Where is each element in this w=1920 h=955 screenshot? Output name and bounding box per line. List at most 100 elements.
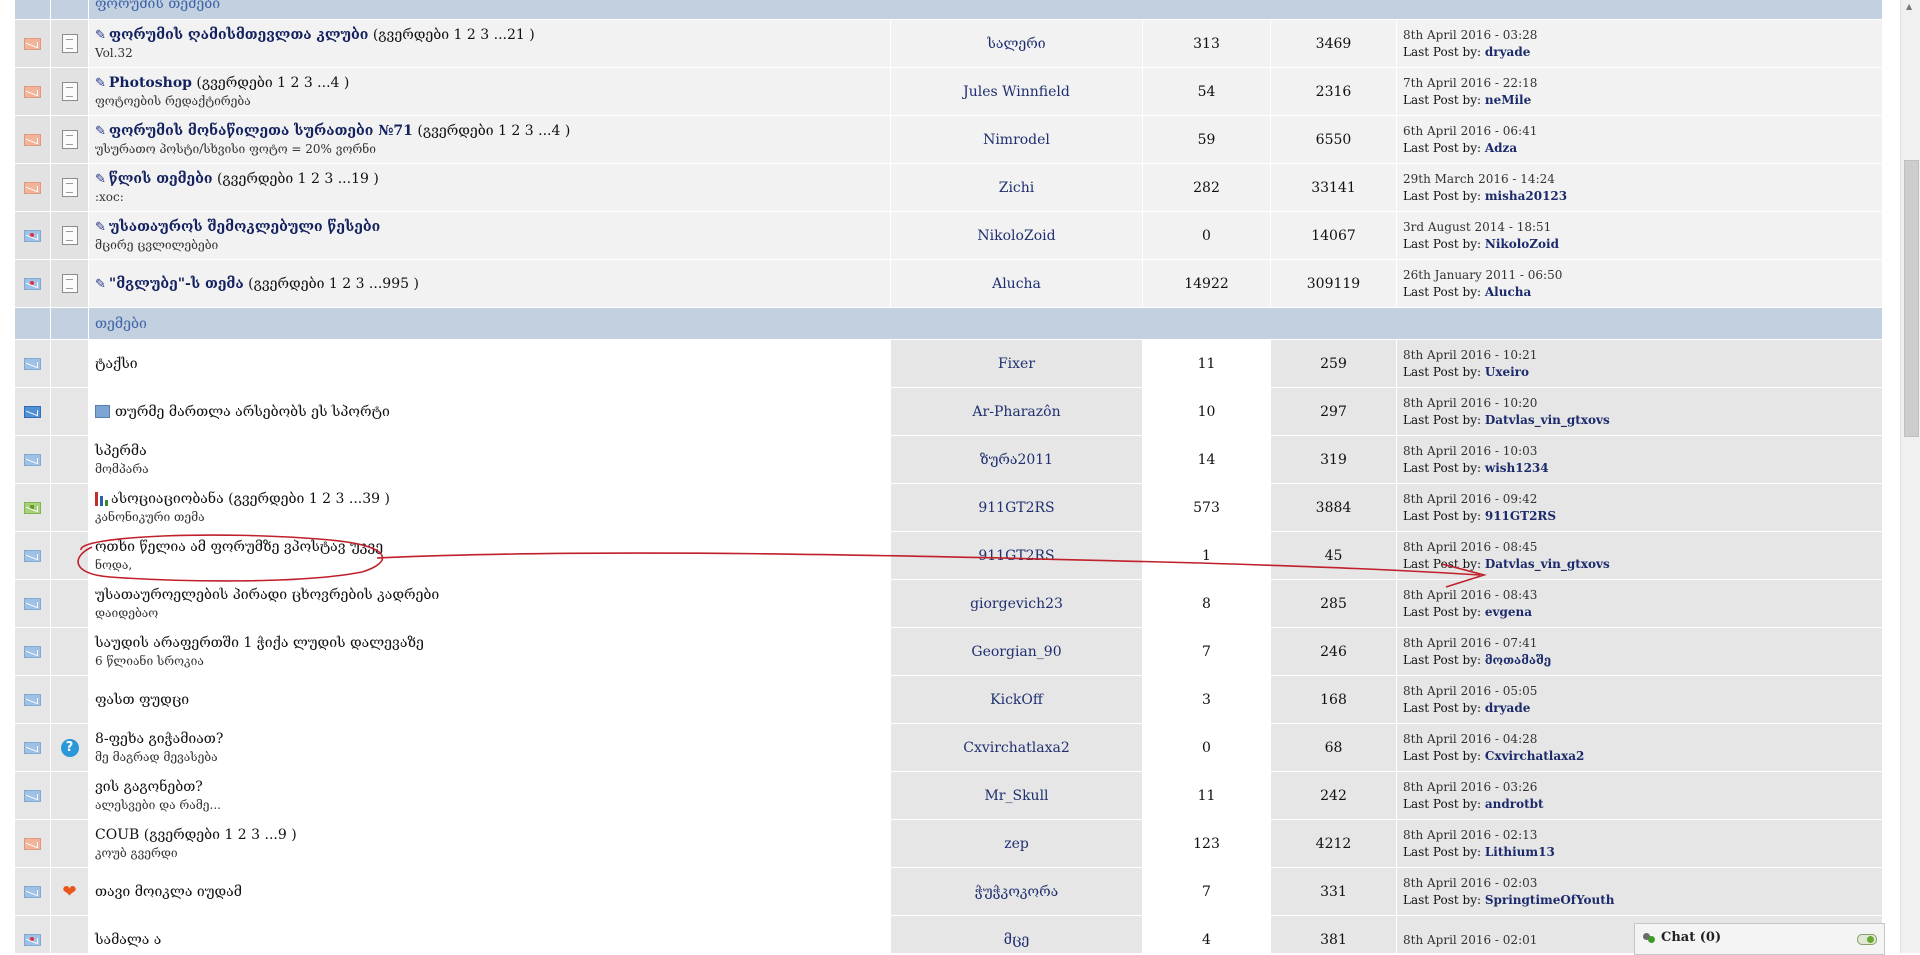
scroll-up-icon[interactable]: ▲	[1906, 2, 1912, 11]
last-post-date[interactable]: 8th April 2016 - 02:03	[1403, 876, 1876, 890]
topic-title-link[interactable]: ასოციაციობანა	[111, 491, 224, 507]
topic-pages-links[interactable]: (გვერდები 1 2 3 ...4 )	[417, 123, 570, 139]
topic-status-cell[interactable]	[14, 771, 51, 820]
topic-pages-links[interactable]: (გვერდები 1 2 3 ...995 )	[248, 276, 419, 292]
last-post-date[interactable]: 3rd August 2014 - 18:51	[1403, 220, 1876, 234]
topic-status-cell[interactable]	[14, 211, 51, 260]
topic-title-link[interactable]: "მგლუბე"-ს თემა	[109, 276, 244, 292]
topic-title-link[interactable]: Photoshop	[109, 75, 192, 91]
topic-author[interactable]: Alucha	[890, 259, 1143, 308]
chat-label[interactable]: Chat (0)	[1661, 930, 1721, 945]
topic-status-cell[interactable]	[14, 259, 51, 308]
last-post-user-link[interactable]: Cxvirchatlaxa2	[1485, 749, 1585, 763]
topic-pages-links[interactable]: (გვერდები 1 2 3 ...39 )	[228, 491, 390, 507]
topic-pages-links[interactable]: (გვერდები 1 2 3 ...9 )	[144, 827, 297, 843]
topic-status-cell[interactable]	[14, 579, 51, 628]
last-post-date[interactable]: 8th April 2016 - 09:42	[1403, 492, 1876, 506]
topic-title-link[interactable]: სპერმა	[95, 443, 147, 459]
topic-author[interactable]: ზურა2011	[890, 435, 1143, 484]
topic-status-cell[interactable]	[14, 819, 51, 868]
topic-title-link[interactable]: წლის თემები	[109, 171, 213, 187]
scrollbar-thumb[interactable]	[1904, 160, 1919, 437]
topic-title-link[interactable]: თურმე მართლა არსებობს ეს სპორტი	[115, 404, 390, 420]
last-post-user-link[interactable]: 911GT2RS	[1485, 509, 1556, 523]
topic-status-cell[interactable]	[14, 627, 51, 676]
topic-status-cell[interactable]	[14, 915, 51, 953]
topic-author[interactable]: Zichi	[890, 163, 1143, 212]
topic-status-cell[interactable]	[14, 723, 51, 772]
last-post-user-link[interactable]: Datvlas_vin_gtxovs	[1485, 413, 1610, 427]
topic-author[interactable]: Jules Winnfield	[890, 67, 1143, 116]
topic-status-cell[interactable]	[14, 675, 51, 724]
topic-status-cell[interactable]	[14, 19, 51, 68]
last-post-date[interactable]: 8th April 2016 - 07:41	[1403, 636, 1876, 650]
topic-status-cell[interactable]	[14, 435, 51, 484]
topic-title-link[interactable]: თავი მოიკლა იუდამ	[95, 884, 242, 900]
last-post-user-link[interactable]: dryade	[1485, 701, 1531, 715]
chat-toggle[interactable]	[1857, 934, 1877, 945]
last-post-date[interactable]: 8th April 2016 - 10:03	[1403, 444, 1876, 458]
topic-status-cell[interactable]	[14, 339, 51, 388]
topic-pages-links[interactable]: (გვერდები 1 2 3 ...21 )	[373, 27, 535, 43]
topic-status-cell[interactable]	[14, 163, 51, 212]
topic-title-link[interactable]: ოთხი წელია ამ ფორუმზე ვპოსტავ უკვე	[95, 539, 383, 555]
last-post-user-link[interactable]: wish1234	[1485, 461, 1549, 475]
topic-status-cell[interactable]	[14, 531, 51, 580]
topic-status-cell[interactable]	[14, 67, 51, 116]
topic-pages-links[interactable]: (გვერდები 1 2 3 ...4 )	[196, 75, 349, 91]
topic-title-link[interactable]: საუდის არაფერთში 1 ჭიქა ლუდის დალევაზე	[95, 635, 424, 651]
last-post-user-link[interactable]: SpringtimeOfYouth	[1485, 893, 1615, 907]
topic-author[interactable]: Nimrodel	[890, 115, 1143, 164]
topic-pages-links[interactable]: (გვერდები 1 2 3 ...19 )	[217, 171, 379, 187]
topic-author[interactable]: KickOff	[890, 675, 1143, 724]
last-post-user-link[interactable]: Datvlas_vin_gtxovs	[1485, 557, 1610, 571]
last-post-user-link[interactable]: Lithium13	[1485, 845, 1555, 859]
topic-author[interactable]: zep	[890, 819, 1143, 868]
last-post-date[interactable]: 8th April 2016 - 05:05	[1403, 684, 1876, 698]
topic-author[interactable]: Mr_Skull	[890, 771, 1143, 820]
last-post-user-link[interactable]: Adza	[1485, 141, 1517, 155]
topic-title-link[interactable]: ფორუმის ღამისმთევლთა კლუბი	[109, 27, 368, 43]
last-post-date[interactable]: 6th April 2016 - 06:41	[1403, 124, 1876, 138]
chat-bar[interactable]: Chat (0)	[1634, 923, 1885, 955]
last-post-user-link[interactable]: misha20123	[1485, 189, 1567, 203]
topic-author[interactable]: 911GT2RS	[890, 531, 1143, 580]
topic-title-link[interactable]: 8-ფეხა გიჭამიათ?	[95, 731, 223, 747]
last-post-date[interactable]: 8th April 2016 - 04:28	[1403, 732, 1876, 746]
last-post-date[interactable]: 8th April 2016 - 02:13	[1403, 828, 1876, 842]
topic-title-link[interactable]: უსათაუროელების პირადი ცხოვრების კადრები	[95, 587, 439, 603]
topic-status-cell[interactable]	[14, 115, 51, 164]
last-post-user-link[interactable]: მოთამაშე	[1485, 653, 1551, 667]
topic-author[interactable]: NikoloZoid	[890, 211, 1143, 260]
last-post-user-link[interactable]: androtbt	[1485, 797, 1544, 811]
vertical-scrollbar[interactable]: ▲	[1900, 0, 1920, 953]
topic-title-link[interactable]: უსათაუროს შემოკლებული წესები	[109, 219, 380, 235]
topic-author[interactable]: 911GT2RS	[890, 483, 1143, 532]
topic-author[interactable]: Fixer	[890, 339, 1143, 388]
last-post-date[interactable]: 8th April 2016 - 08:45	[1403, 540, 1876, 554]
last-post-date[interactable]: 7th April 2016 - 22:18	[1403, 76, 1876, 90]
last-post-date[interactable]: 8th April 2016 - 03:28	[1403, 28, 1876, 42]
topic-title-link[interactable]: COUB	[95, 827, 139, 843]
last-post-user-link[interactable]: NikoloZoid	[1485, 237, 1559, 251]
topic-author[interactable]: Cxvirchatlaxa2	[890, 723, 1143, 772]
last-post-date[interactable]: 29th March 2016 - 14:24	[1403, 172, 1876, 186]
topic-author[interactable]: სალერი	[890, 19, 1143, 68]
topic-title-link[interactable]: ვის გაგონებთ?	[95, 779, 203, 795]
topic-author[interactable]: ჭუჭკოკორა	[890, 867, 1143, 916]
last-post-user-link[interactable]: dryade	[1485, 45, 1531, 59]
topic-status-cell[interactable]	[14, 387, 51, 436]
topic-status-cell[interactable]	[14, 867, 51, 916]
topic-status-cell[interactable]	[14, 483, 51, 532]
topic-author[interactable]: giorgevich23	[890, 579, 1143, 628]
topic-author[interactable]: მცე	[890, 915, 1143, 953]
topic-author[interactable]: Ar-Pharazôn	[890, 387, 1143, 436]
topic-author[interactable]: Georgian_90	[890, 627, 1143, 676]
topic-title-link[interactable]: ფორუმის მონაწილეთა სურათები №71	[109, 123, 413, 139]
last-post-user-link[interactable]: evgena	[1485, 605, 1532, 619]
last-post-date[interactable]: 26th January 2011 - 06:50	[1403, 268, 1876, 282]
topic-title-link[interactable]: ფასთ ფუდცი	[95, 692, 189, 708]
topic-title-link[interactable]: სამალა ა	[95, 932, 161, 948]
last-post-date[interactable]: 8th April 2016 - 08:43	[1403, 588, 1876, 602]
last-post-date[interactable]: 8th April 2016 - 03:26	[1403, 780, 1876, 794]
